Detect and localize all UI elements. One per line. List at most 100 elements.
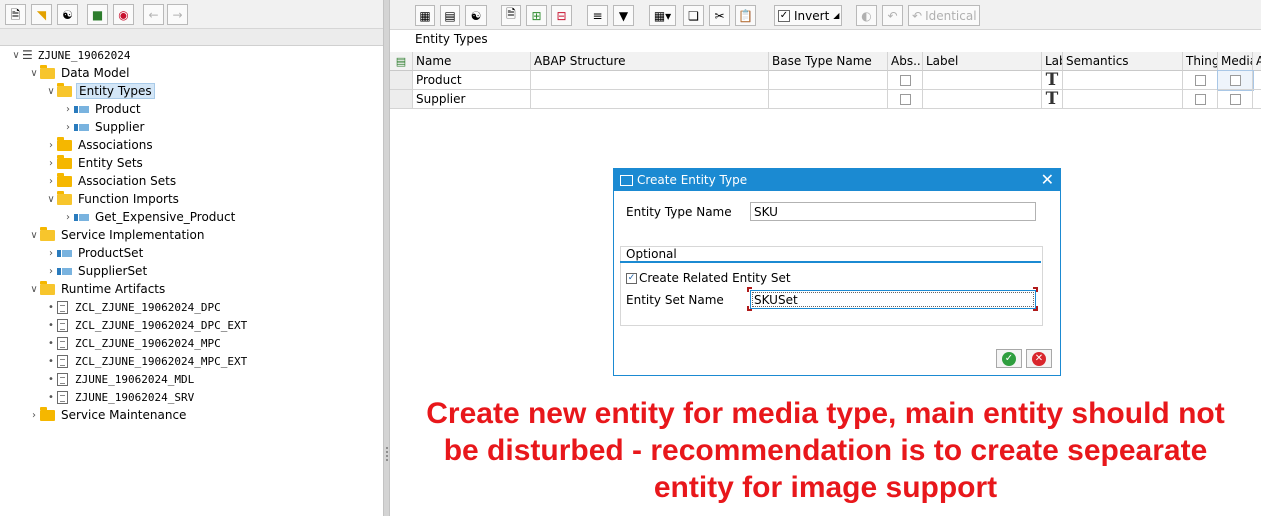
tree-node-service-implementation[interactable]: ∨ Service Implementation	[28, 226, 206, 244]
table-settings-icon[interactable]: ▤	[440, 5, 460, 26]
forward-arrow-icon[interactable]: →	[167, 4, 188, 25]
open-folder-icon[interactable]: ◥	[31, 4, 52, 25]
display-icon[interactable]: ☯	[465, 5, 487, 26]
compare-icon[interactable]: ◐	[856, 5, 877, 26]
cell-media[interactable]	[1217, 70, 1254, 91]
chevron-right-icon[interactable]: ›	[62, 104, 74, 115]
cell-abstract[interactable]	[888, 90, 923, 109]
entity-set-name-input[interactable]: SKUSet	[750, 290, 1036, 309]
chevron-down-icon[interactable]: ∨	[10, 50, 22, 61]
cell-abstract[interactable]	[888, 71, 923, 90]
row-selector[interactable]	[390, 90, 413, 109]
chevron-right-icon[interactable]: ›	[45, 266, 57, 277]
tree-node-supplier[interactable]: › Supplier	[62, 118, 146, 136]
cell-name[interactable]: Product	[413, 71, 531, 90]
media-checkbox[interactable]	[1229, 93, 1241, 105]
col-header-label[interactable]: Label	[923, 52, 1042, 71]
col-header-more[interactable]: A	[1253, 52, 1261, 71]
back-arrow-icon[interactable]: ←	[143, 4, 164, 25]
cell-more[interactable]	[1253, 90, 1261, 109]
chevron-down-icon[interactable]: ∨	[28, 284, 40, 295]
tree-node-product-set[interactable]: › ProductSet	[45, 244, 145, 262]
table-row[interactable]: Supplier T	[390, 90, 1261, 109]
cell-label[interactable]	[923, 90, 1042, 109]
chevron-right-icon[interactable]: ›	[28, 410, 40, 421]
layout-select-icon[interactable]: ▦▾	[649, 5, 676, 26]
col-header-abap-structure[interactable]: ABAP Structure	[531, 52, 769, 71]
chevron-right-icon[interactable]: ›	[45, 140, 57, 151]
tree-node-artifact[interactable]: • ZCL_ZJUNE_19062024_DPC	[45, 298, 223, 316]
thing-checkbox[interactable]	[1194, 74, 1206, 86]
tree-node-artifact[interactable]: • ZCL_ZJUNE_19062024_DPC_EXT	[45, 316, 249, 334]
tree-node-artifact[interactable]: • ZJUNE_19062024_MDL	[45, 370, 196, 388]
abstract-checkbox[interactable]	[899, 93, 911, 105]
media-checkbox[interactable]	[1229, 74, 1241, 86]
chevron-right-icon[interactable]: ›	[45, 176, 57, 187]
cell-name[interactable]: Supplier	[413, 90, 531, 109]
check-object-icon[interactable]: ◉	[113, 4, 134, 25]
cut-icon[interactable]: ✂	[709, 5, 730, 26]
create-icon[interactable]: 🗎	[501, 5, 521, 26]
pane-splitter[interactable]	[383, 0, 390, 516]
thing-checkbox[interactable]	[1194, 93, 1206, 105]
sort-ascending-icon[interactable]: ≡	[587, 5, 608, 26]
tree-node-data-model[interactable]: ∨ Data Model	[28, 64, 132, 82]
tree-node-association-sets[interactable]: › Association Sets	[45, 172, 178, 190]
invert-checkbox[interactable]: ✓	[778, 9, 790, 22]
cell-base-type-name[interactable]	[769, 71, 888, 90]
chevron-down-icon[interactable]: ∨	[28, 68, 40, 79]
cell-semantics[interactable]	[1063, 71, 1183, 90]
paste-icon[interactable]: 📋	[735, 5, 756, 26]
cell-base-type-name[interactable]	[769, 90, 888, 109]
tree-node-entity-types[interactable]: ∨ Entity Types	[45, 82, 155, 100]
invert-toggle[interactable]: ✓ Invert ◢	[774, 5, 842, 26]
chevron-down-icon[interactable]: ∨	[45, 194, 57, 205]
cell-lab[interactable]: T	[1042, 90, 1063, 109]
chevron-down-icon[interactable]: ∨	[28, 230, 40, 241]
tree-node-associations[interactable]: › Associations	[45, 136, 155, 154]
hierarchy-icon[interactable]: ■	[87, 4, 108, 25]
abstract-checkbox[interactable]	[899, 74, 911, 86]
table-row[interactable]: Product T	[390, 70, 1261, 91]
entity-type-name-input[interactable]: SKU	[750, 202, 1036, 221]
chevron-right-icon[interactable]: ›	[45, 158, 57, 169]
cell-semantics[interactable]	[1063, 90, 1183, 109]
text-element-icon[interactable]: T	[1046, 71, 1059, 89]
tree-node-supplier-set[interactable]: › SupplierSet	[45, 262, 149, 280]
cell-thing[interactable]	[1183, 71, 1218, 90]
glasses-display-icon[interactable]: ☯	[57, 4, 78, 25]
splitter-grip-icon[interactable]	[385, 446, 389, 462]
dialog-title-bar[interactable]: Create Entity Type ✕	[614, 169, 1060, 191]
tree-node-artifact[interactable]: • ZJUNE_19062024_SRV	[45, 388, 196, 406]
col-header-base-type-name[interactable]: Base Type Name	[769, 52, 888, 71]
tree-node-service-maintenance[interactable]: › Service Maintenance	[28, 406, 188, 424]
col-header-abstract[interactable]: Abs...	[888, 52, 923, 71]
identical-button[interactable]: ↶ Identical	[908, 5, 980, 26]
cell-abap-structure[interactable]	[531, 90, 769, 109]
delete-row-icon[interactable]: ⊟	[551, 5, 572, 26]
cell-more[interactable]	[1253, 71, 1261, 90]
tree-node-get-expensive-product[interactable]: › Get_Expensive_Product	[62, 208, 237, 226]
filter-icon[interactable]: ▼	[613, 5, 634, 26]
col-header-lab[interactable]: Lab	[1042, 52, 1063, 71]
chevron-right-icon[interactable]: ›	[62, 122, 74, 133]
col-header-media[interactable]: Media	[1218, 52, 1253, 71]
tree-node-artifact[interactable]: • ZCL_ZJUNE_19062024_MPC	[45, 334, 223, 352]
tree-node-function-imports[interactable]: ∨ Function Imports	[45, 190, 181, 208]
tree-node-product[interactable]: › Product	[62, 100, 143, 118]
tree-node-root[interactable]: ∨ ☰ ZJUNE_19062024	[10, 46, 132, 64]
chevron-down-icon[interactable]: ∨	[45, 86, 57, 97]
tree-node-runtime-artifacts[interactable]: ∨ Runtime Artifacts	[28, 280, 167, 298]
create-related-checkbox[interactable]: ✓	[626, 272, 637, 284]
text-element-icon[interactable]: T	[1046, 90, 1059, 108]
cancel-button[interactable]: ✕	[1026, 349, 1052, 368]
cell-label[interactable]	[923, 71, 1042, 90]
col-header-thing[interactable]: Thing	[1183, 52, 1218, 71]
undo-icon[interactable]: ↶	[882, 5, 903, 26]
tree-node-artifact[interactable]: • ZCL_ZJUNE_19062024_MPC_EXT	[45, 352, 249, 370]
cell-thing[interactable]	[1183, 90, 1218, 109]
chevron-right-icon[interactable]: ›	[62, 212, 74, 223]
close-icon[interactable]: ✕	[1041, 171, 1054, 189]
chevron-right-icon[interactable]: ›	[45, 248, 57, 259]
new-document-icon[interactable]: 🗎	[5, 4, 26, 25]
